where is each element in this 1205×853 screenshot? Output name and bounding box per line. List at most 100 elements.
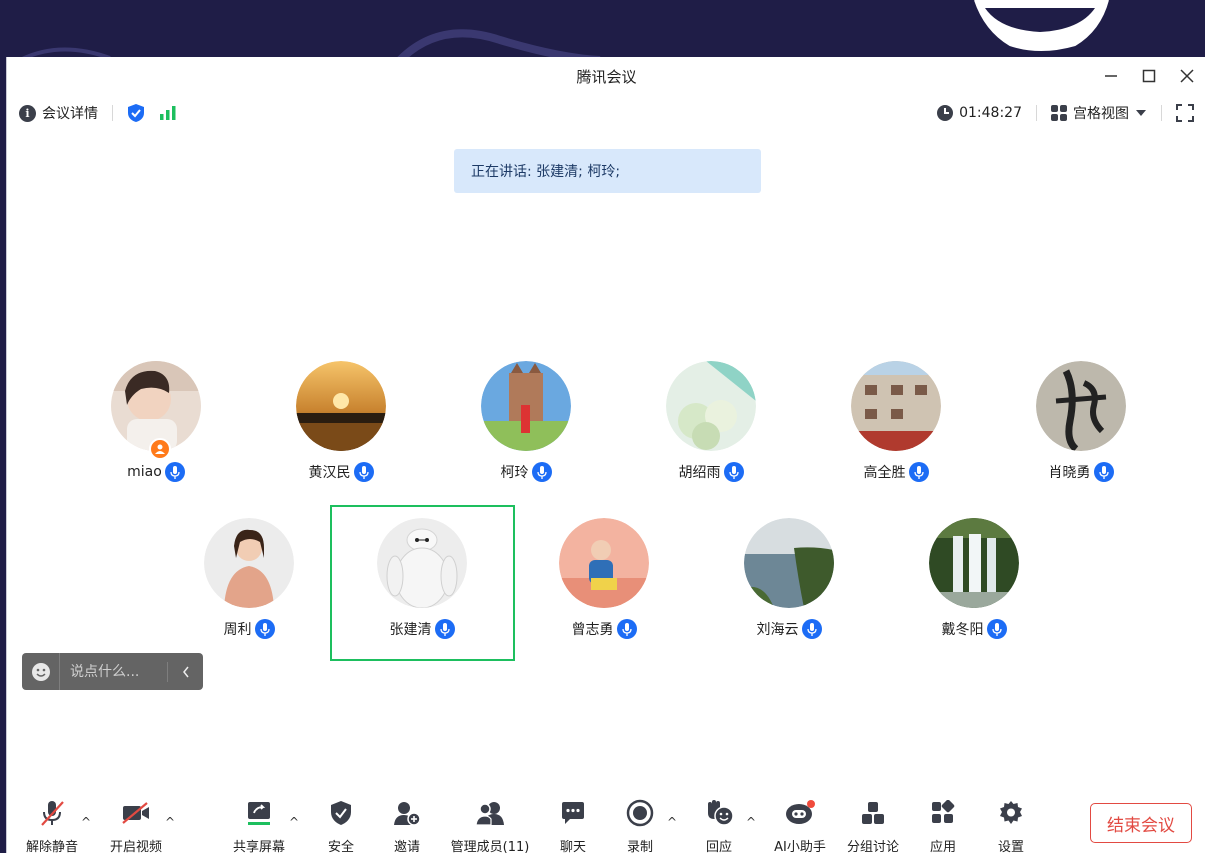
title-bar[interactable]: 腾讯会议	[7, 57, 1205, 95]
participant-name-row: 周利	[224, 619, 275, 639]
bottom-toolbar: 解除静音 ^ 开启视频 ^ 共享屏幕 ^ 安全 邀请 管理成员(11) 聊天 录…	[7, 793, 1205, 853]
share-options-caret[interactable]: ^	[289, 815, 299, 829]
window-controls	[1092, 57, 1205, 95]
avatar-image	[1036, 361, 1126, 451]
mic-icon	[254, 619, 275, 639]
settings-button[interactable]: 设置	[993, 797, 1029, 853]
mic-icon	[616, 619, 637, 639]
apps-button[interactable]: 应用	[925, 797, 961, 853]
participant-name: 高全胜	[863, 465, 906, 481]
participant-tile[interactable]: 张建清	[352, 518, 492, 639]
participant-tile[interactable]: 周利	[179, 518, 319, 639]
shield-check-icon	[128, 104, 144, 122]
participant-name-row: 戴冬阳	[942, 619, 1007, 639]
fullscreen-button[interactable]	[1176, 104, 1194, 122]
chat-button[interactable]: 聊天	[555, 797, 591, 853]
avatar	[204, 518, 294, 608]
share-screen-button[interactable]: 共享屏幕	[229, 797, 289, 853]
members-icon	[475, 797, 505, 829]
participant-tile[interactable]: 曾志勇	[534, 518, 674, 639]
maximize-button[interactable]	[1130, 57, 1168, 95]
invite-button[interactable]: 邀请	[389, 797, 425, 853]
security-status-button[interactable]	[127, 103, 145, 123]
minimize-button[interactable]	[1092, 57, 1130, 95]
avatar	[666, 361, 756, 451]
meeting-top-bar: i 会议详情 01:48:27 宫格视图	[7, 95, 1205, 131]
breakout-rooms-label: 分组讨论	[846, 840, 899, 853]
start-video-label: 开启视频	[109, 840, 162, 853]
chevron-left-icon	[182, 666, 189, 677]
close-icon	[1180, 69, 1194, 83]
emoji-button[interactable]	[22, 653, 60, 690]
participant-name: 张建清	[389, 622, 432, 638]
caret-down-icon	[1136, 110, 1146, 116]
unmute-label: 解除静音	[25, 840, 78, 853]
camera-off-icon	[121, 797, 151, 829]
mic-icon	[434, 619, 455, 639]
breakout-rooms-button[interactable]: 分组讨论	[843, 797, 903, 853]
mic-icon	[801, 619, 822, 639]
manage-members-button[interactable]: 管理成员(11)	[447, 797, 533, 853]
participant-tile[interactable]: 黄汉民	[271, 361, 411, 482]
avatar-image	[851, 361, 941, 451]
end-meeting-button[interactable]: 结束会议	[1090, 803, 1192, 843]
record-options-caret[interactable]: ^	[667, 815, 677, 829]
security-button[interactable]: 安全	[323, 797, 359, 853]
ai-assistant-button[interactable]: AI小助手	[769, 797, 831, 853]
avatar	[481, 361, 571, 451]
participant-tile[interactable]: 高全胜	[826, 361, 966, 482]
participant-name-row: miao	[127, 462, 185, 482]
share-screen-label: 共享屏幕	[232, 840, 285, 853]
participant-tile[interactable]: miao	[86, 361, 226, 482]
reactions-options-caret[interactable]: ^	[746, 815, 756, 829]
view-mode-dropdown[interactable]: 宫格视图	[1051, 103, 1147, 123]
record-button[interactable]: 录制	[622, 797, 658, 853]
record-icon	[626, 797, 654, 829]
chat-input[interactable]: 说点什么...	[60, 661, 168, 682]
raise-hand-icon	[704, 797, 734, 829]
mic-icon	[1093, 462, 1114, 482]
avatar-image	[559, 518, 649, 608]
participant-name-row: 刘海云	[757, 619, 822, 639]
reactions-button[interactable]: 回应	[701, 797, 737, 853]
chat-bubble-icon	[560, 797, 586, 829]
signal-bars-icon	[160, 106, 176, 120]
chat-label: 聊天	[559, 840, 586, 853]
participant-name: 戴冬阳	[941, 622, 984, 638]
divider	[1036, 105, 1037, 121]
participant-tile[interactable]: 刘海云	[719, 518, 859, 639]
avatar-image	[666, 361, 756, 451]
participant-tile[interactable]: 肖晓勇	[1011, 361, 1151, 482]
desktop-wallpaper-art	[19, 0, 1109, 60]
gear-icon	[998, 797, 1024, 829]
avatar-image	[481, 361, 571, 451]
mic-icon	[723, 462, 744, 482]
desktop-background	[0, 0, 1205, 60]
collapse-chat-button[interactable]	[168, 666, 203, 678]
unmute-button[interactable]: 解除静音	[23, 797, 81, 853]
share-screen-icon	[245, 797, 273, 829]
apps-grid-icon	[930, 797, 956, 829]
meeting-info-label: 会议详情	[42, 106, 98, 122]
participant-tile[interactable]: 胡绍雨	[641, 361, 781, 482]
participant-name-row: 张建清	[390, 619, 455, 639]
start-video-button[interactable]: 开启视频	[107, 797, 165, 853]
participant-name-row: 柯玲	[501, 462, 552, 482]
speaking-text: 正在讲话: 张建清; 柯玲;	[471, 164, 621, 180]
apps-label: 应用	[929, 840, 956, 853]
avatar-image	[204, 518, 294, 608]
video-options-caret[interactable]: ^	[165, 815, 175, 829]
speaking-banner: 正在讲话: 张建清; 柯玲;	[454, 149, 761, 193]
top-bar-right: 01:48:27 宫格视图	[937, 103, 1194, 123]
participant-tile[interactable]: 柯玲	[456, 361, 596, 482]
network-status-button[interactable]	[159, 105, 177, 121]
meeting-info-button[interactable]: i 会议详情	[19, 103, 98, 123]
audio-options-caret[interactable]: ^	[81, 815, 91, 829]
divider	[112, 105, 113, 121]
participant-tile[interactable]: 戴冬阳	[904, 518, 1044, 639]
close-button[interactable]	[1168, 57, 1205, 95]
info-icon: i	[19, 104, 36, 122]
avatar	[296, 361, 386, 451]
meeting-timer-value: 01:48:27	[959, 105, 1022, 121]
mic-icon	[986, 619, 1007, 639]
